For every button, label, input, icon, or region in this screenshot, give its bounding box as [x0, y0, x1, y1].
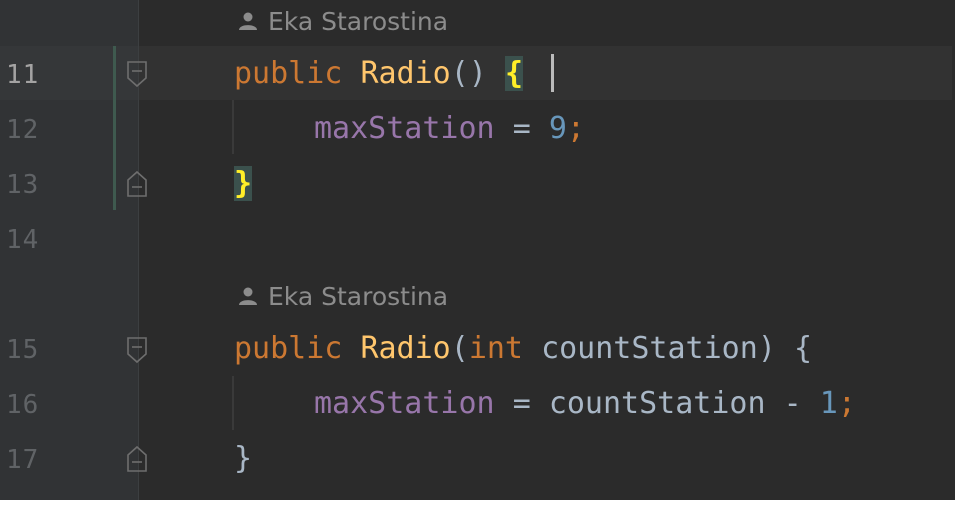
person-icon: [239, 287, 257, 305]
open-brace: {: [793, 331, 812, 366]
parentheses: (): [450, 56, 487, 91]
field-name: maxStation: [314, 386, 495, 421]
method-name: Radio: [360, 56, 451, 91]
keyword: public: [234, 331, 343, 366]
code-editor[interactable]: Eka Starostina Eka Starostina 11 12 13 1…: [0, 0, 955, 500]
minus-operator: -: [783, 386, 802, 421]
line-number[interactable]: 15: [6, 335, 66, 365]
code-line-17[interactable]: }: [234, 441, 252, 477]
indent-guide: [232, 100, 234, 154]
close-brace: }: [234, 441, 253, 476]
code-line-13[interactable]: }: [234, 166, 253, 202]
parameter-name: countStation: [541, 331, 758, 366]
parameter-name: countStation: [548, 386, 766, 421]
open-paren: (: [450, 331, 469, 366]
line-number[interactable]: 17: [6, 445, 66, 475]
type-keyword: int: [468, 331, 523, 366]
matched-open-brace: {: [504, 56, 523, 91]
operator: =: [512, 111, 531, 146]
author-inlay-hint[interactable]: Eka Starostina: [238, 6, 448, 36]
keyword: public: [234, 56, 343, 91]
close-paren: ): [757, 331, 776, 366]
fold-end-icon[interactable]: [126, 445, 148, 473]
code-line-12[interactable]: maxStation = 9;: [314, 111, 585, 147]
line-number[interactable]: 11: [6, 60, 66, 90]
text-caret: [551, 54, 554, 92]
number-literal: 1: [819, 386, 838, 421]
author-name: Eka Starostina: [268, 6, 449, 36]
fold-start-icon[interactable]: [126, 60, 148, 88]
line-number[interactable]: 13: [6, 170, 66, 200]
line-number[interactable]: 12: [6, 115, 66, 145]
line-number[interactable]: 16: [6, 390, 66, 420]
indent-guide: [232, 376, 234, 430]
fold-end-icon[interactable]: [126, 170, 148, 198]
semicolon: ;: [837, 386, 856, 421]
person-icon: [239, 12, 257, 30]
vcs-change-marker[interactable]: [113, 46, 116, 210]
code-line-16[interactable]: maxStation = countStation - 1;: [314, 386, 856, 422]
code-line-11[interactable]: public Radio() {: [234, 56, 523, 92]
semicolon: ;: [566, 111, 585, 146]
bottom-margin: [0, 500, 955, 511]
operator: =: [512, 386, 531, 421]
number-literal: 9: [548, 111, 567, 146]
matched-close-brace: }: [234, 166, 253, 201]
field-name: maxStation: [314, 111, 495, 146]
line-number[interactable]: 14: [6, 225, 66, 255]
author-inlay-hint[interactable]: Eka Starostina: [238, 281, 448, 311]
code-line-15[interactable]: public Radio(int countStation) {: [234, 331, 812, 367]
fold-start-icon[interactable]: [126, 336, 148, 364]
method-name: Radio: [360, 331, 451, 366]
author-name: Eka Starostina: [268, 281, 449, 311]
